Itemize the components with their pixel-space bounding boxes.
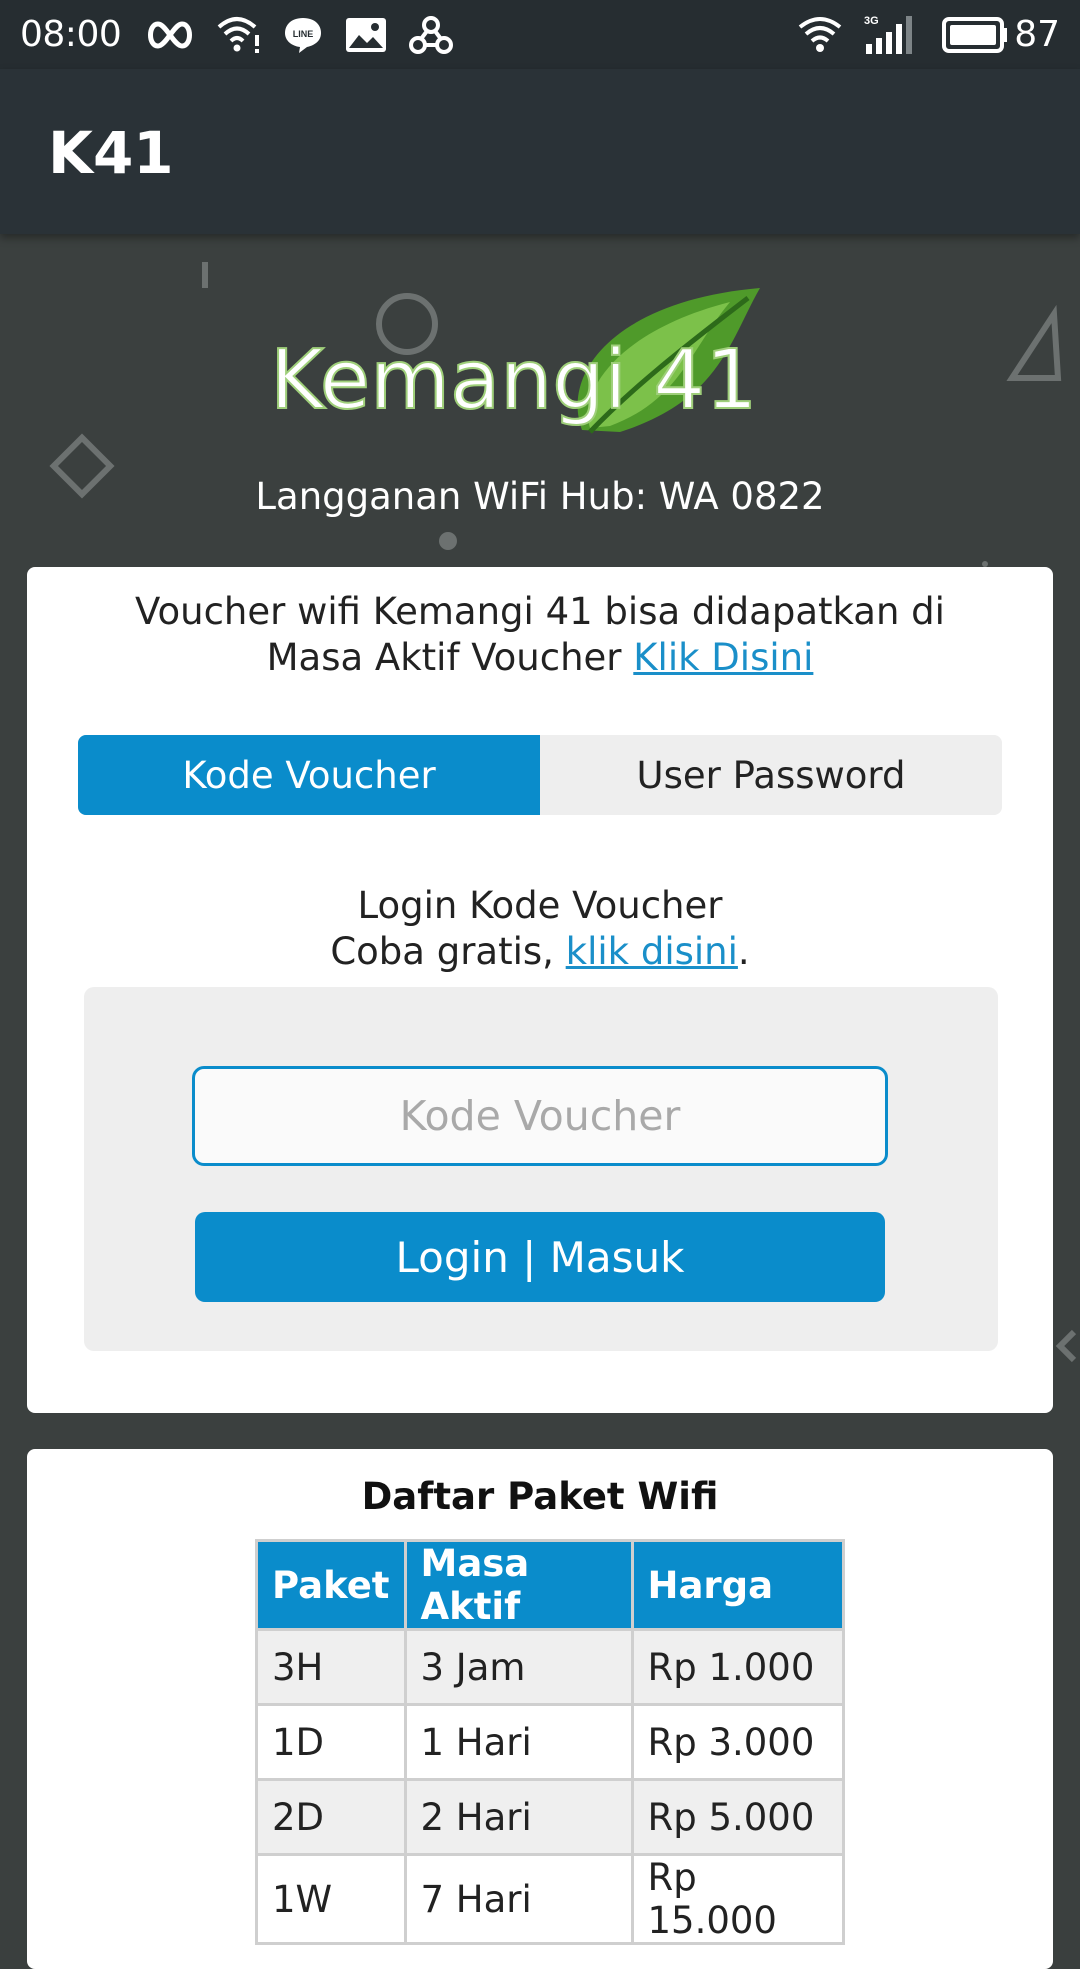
kemangi-logo: Kemangi 41 [260, 280, 820, 460]
table-cell: Rp 1.000 [630, 1628, 845, 1706]
table-row: 3H 3 Jam Rp 1.000 [255, 1628, 845, 1706]
table-row: 1D 1 Hari Rp 3.000 [255, 1703, 845, 1781]
voucher-code-input[interactable] [192, 1066, 888, 1166]
login-heading: Login Kode Voucher [357, 884, 723, 927]
table-cell: 1D [255, 1703, 407, 1781]
login-tabs: Kode Voucher User Password [78, 735, 1002, 815]
app-title: K41 [48, 119, 174, 187]
table-row: 1W 7 Hari Rp 15.000 [255, 1853, 845, 1945]
subscribe-info: Langganan WiFi Hub: WA 0822 [255, 475, 825, 518]
network-type-label: 3G [864, 15, 879, 27]
table-cell: Rp 15.000 [630, 1853, 845, 1945]
package-list-card: Daftar Paket Wifi Paket Masa Aktif Harga… [27, 1449, 1053, 1969]
infinity-icon [145, 20, 195, 50]
svg-text:LINE: LINE [293, 29, 314, 39]
line-app-icon: LINE [283, 15, 323, 55]
table-row: 2D 2 Hari Rp 5.000 [255, 1778, 845, 1856]
image-icon [345, 17, 387, 53]
table-cell: 2 Hari [403, 1778, 634, 1856]
cell-signal-icon: 3G [864, 14, 920, 56]
table-header-row: Paket Masa Aktif Harga [255, 1539, 845, 1631]
logo-text: Kemangi 41 [270, 333, 757, 428]
tab-kode-voucher[interactable]: Kode Voucher [78, 735, 540, 815]
status-time: 08:00 [20, 14, 122, 55]
login-form: Login | Masuk [84, 987, 998, 1351]
table-cell: 7 Hari [403, 1853, 634, 1945]
trial-suffix: . [737, 930, 750, 973]
battery-level: 87 [1014, 14, 1060, 55]
table-cell: 1W [255, 1853, 407, 1945]
battery-icon [942, 16, 1008, 53]
free-trial-link[interactable]: klik disini [566, 930, 738, 973]
login-heading-block: Login Kode Voucher Coba gratis, klik dis… [27, 883, 1053, 975]
voucher-period-link[interactable]: Klik Disini [633, 636, 813, 679]
tab-user-password[interactable]: User Password [540, 735, 1002, 815]
table-cell: 2D [255, 1778, 407, 1856]
trial-prefix: Coba gratis, [330, 930, 566, 973]
table-cell: 3 Jam [403, 1628, 634, 1706]
table-cell: 1 Hari [403, 1703, 634, 1781]
table-cell: Rp 5.000 [630, 1778, 845, 1856]
status-bar: 08:00 LINE 3G 87 [0, 0, 1080, 69]
intro-prefix: Masa Aktif Voucher [266, 636, 634, 679]
wifi-alert-icon [217, 15, 261, 55]
intro-line: Voucher wifi Kemangi 41 bisa didapatkan … [135, 590, 945, 633]
package-list-title: Daftar Paket Wifi [361, 1475, 719, 1518]
login-card: Voucher wifi Kemangi 41 bisa didapatkan … [27, 567, 1053, 1413]
voucher-intro: Voucher wifi Kemangi 41 bisa didapatkan … [27, 589, 1053, 681]
table-cell: Rp 3.000 [630, 1703, 845, 1781]
column-header: Harga [630, 1539, 845, 1631]
share-network-icon [409, 15, 454, 55]
column-header: Masa Aktif [403, 1539, 634, 1631]
app-bar: K41 [0, 69, 1080, 234]
table-cell: 3H [255, 1628, 407, 1706]
package-table: Paket Masa Aktif Harga 3H 3 Jam Rp 1.000… [255, 1539, 845, 1945]
column-header: Paket [255, 1539, 407, 1631]
login-button[interactable]: Login | Masuk [195, 1212, 885, 1302]
wifi-icon [798, 15, 842, 55]
